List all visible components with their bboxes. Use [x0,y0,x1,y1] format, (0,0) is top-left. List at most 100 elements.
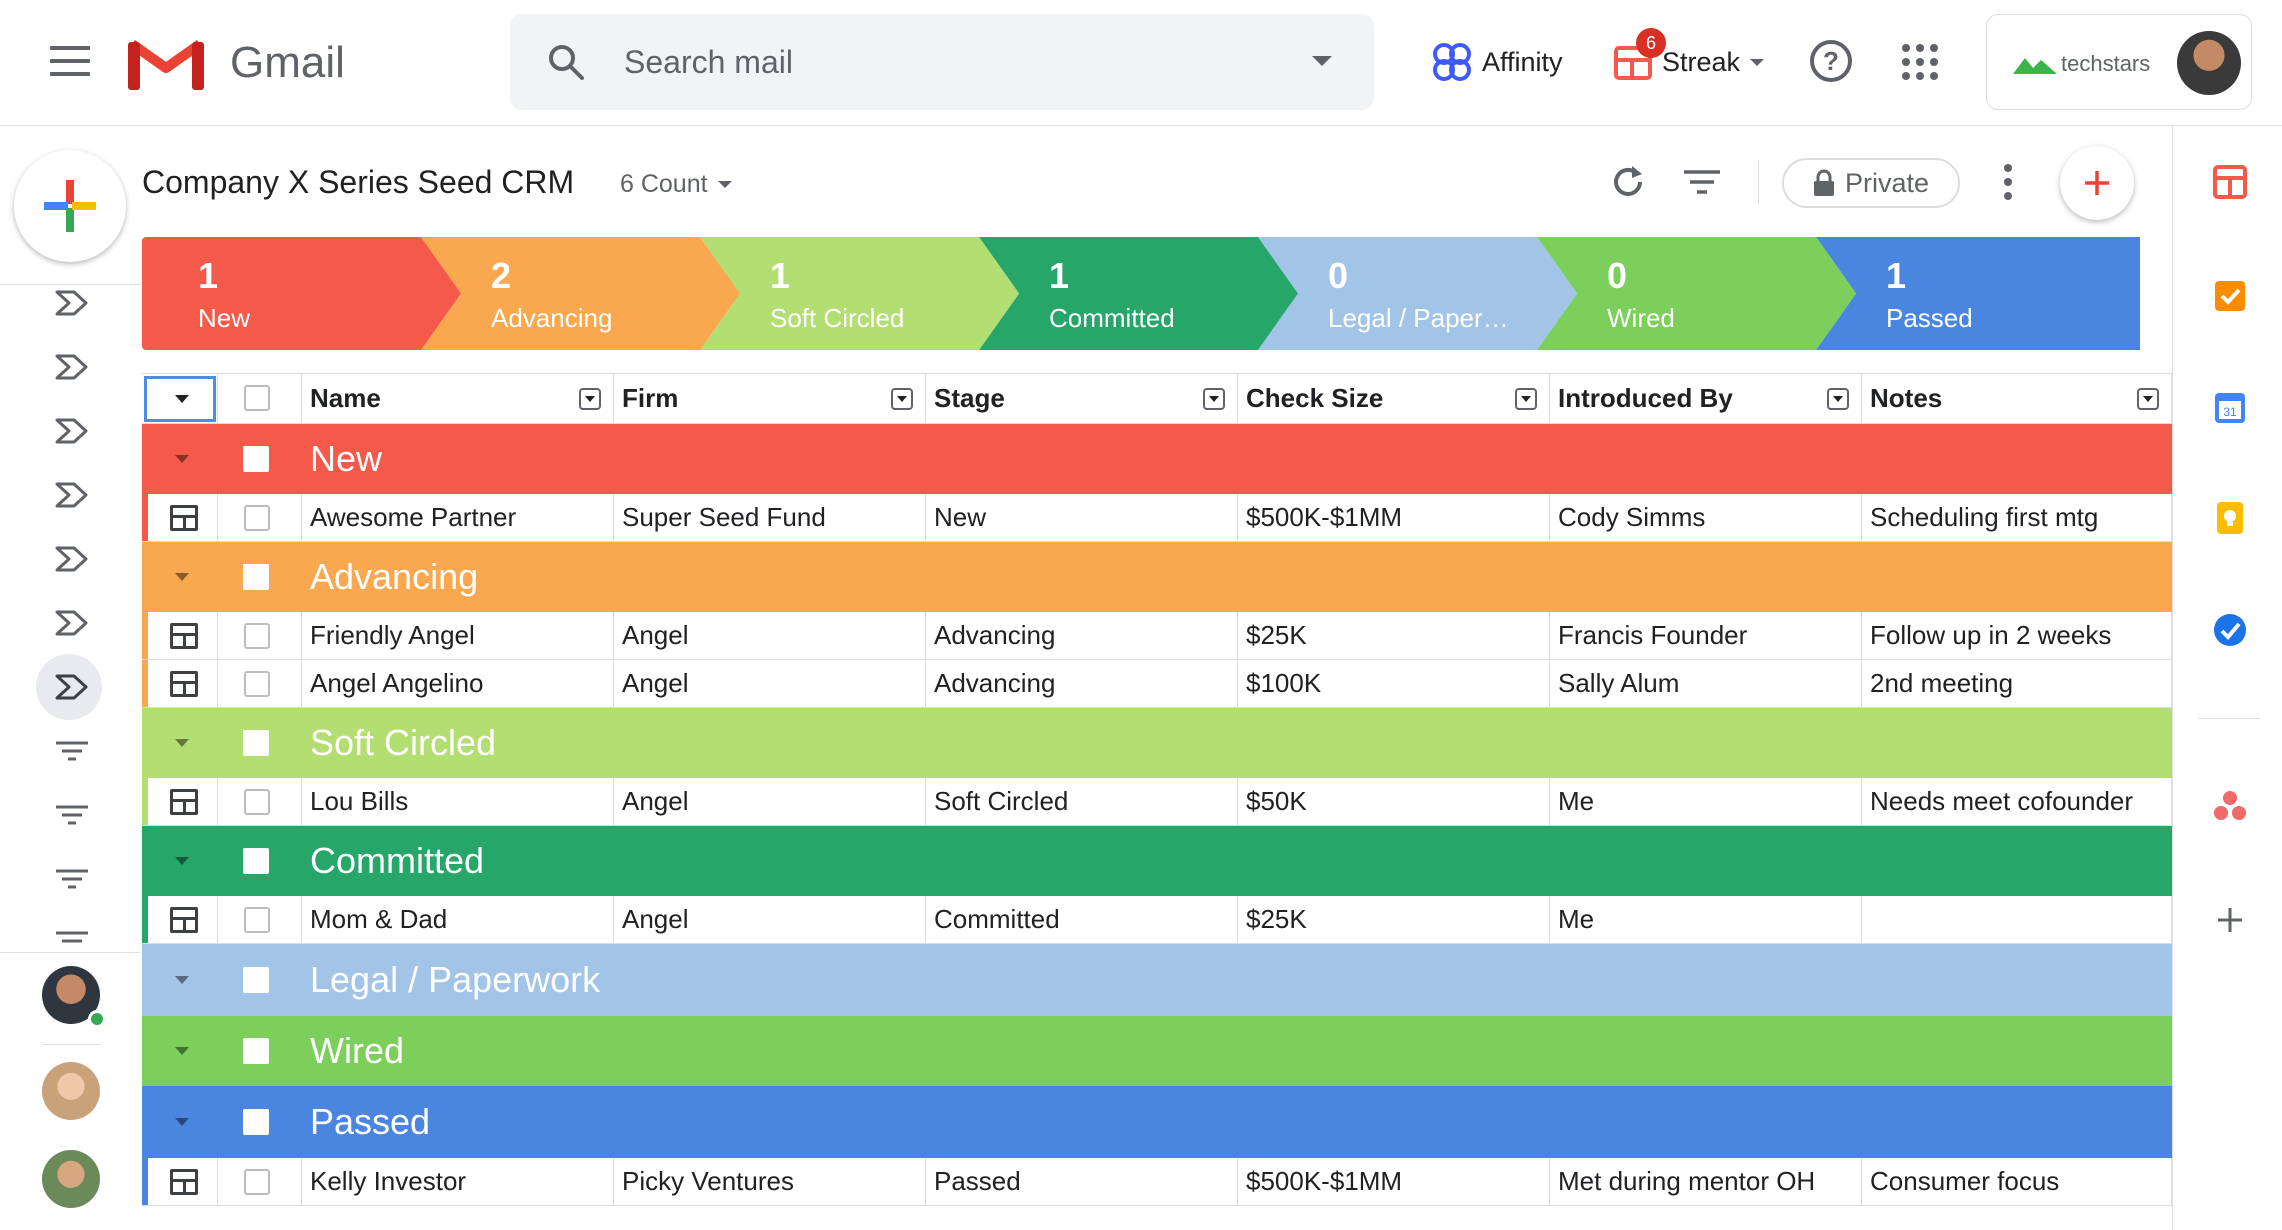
pipeline-stage[interactable]: 1 Passed [1816,237,2140,350]
pipeline-icon[interactable] [54,288,90,318]
group-checkbox[interactable] [243,1038,269,1064]
cell-notes[interactable]: Follow up in 2 weeks [1862,612,2172,659]
cell-stage[interactable]: Advancing [926,612,1238,659]
calendar-icon[interactable]: 31 [2212,390,2248,426]
open-box-icon[interactable] [170,789,198,815]
cell-firm[interactable]: Angel [614,660,926,707]
group-checkbox[interactable] [243,730,269,756]
pipeline-stage[interactable]: 1 Soft Circled [700,237,1019,350]
cell-introduced-by[interactable]: Me [1550,896,1862,943]
search-bar[interactable]: Search mail [510,14,1374,110]
pipeline-stage[interactable]: 0 Legal / Paper… [1258,237,1577,350]
cell-name[interactable]: Lou Bills [302,778,614,825]
refresh-icon[interactable] [1608,162,1648,202]
filter-icon[interactable] [1682,162,1722,202]
cell-firm[interactable]: Angel [614,896,926,943]
column-menu-button[interactable] [144,376,216,422]
cell-stage[interactable]: Advancing [926,660,1238,707]
row-checkbox[interactable] [244,789,270,815]
row-checkbox[interactable] [244,907,270,933]
cell-introduced-by[interactable]: Met during mentor OH [1550,1158,1862,1205]
cell-stage[interactable]: Soft Circled [926,778,1238,825]
cell-notes[interactable] [1862,896,2172,943]
cell-stage[interactable]: Committed [926,896,1238,943]
table-row[interactable]: Angel Angelino Angel Advancing $100K Sally A… [142,660,2172,708]
column-dropdown-icon[interactable] [2137,388,2159,410]
compose-button[interactable] [14,150,126,262]
cell-stage[interactable]: Passed [926,1158,1238,1205]
group-header-row[interactable]: New [142,424,2172,494]
saved-view-icon[interactable] [54,800,90,830]
streak-button[interactable]: 6 Streak [1614,28,1765,86]
table-row[interactable]: Kelly Investor Picky Ventures Passed $500K-… [142,1158,2172,1206]
cell-name[interactable]: Friendly Angel [302,612,614,659]
group-header-row[interactable]: Wired [142,1016,2172,1086]
group-header-row[interactable]: Committed [142,826,2172,896]
cell-notes[interactable]: Scheduling first mtg [1862,494,2172,541]
pipeline-icon[interactable] [54,352,90,382]
table-row[interactable]: Awesome Partner Super Seed Fund New $500K-$… [142,494,2172,542]
saved-view-icon[interactable] [54,736,90,766]
pipeline-icon[interactable] [54,416,90,446]
main-menu-icon[interactable] [50,46,90,76]
cell-check-size[interactable]: $50K [1238,778,1550,825]
todo-icon[interactable] [2212,612,2248,648]
account-button[interactable]: techstars [1986,14,2252,110]
cell-introduced-by[interactable]: Sally Alum [1550,660,1862,707]
search-options-icon[interactable] [1312,56,1332,66]
saved-view-icon[interactable] [54,864,90,894]
column-header-name[interactable]: Name [302,374,614,423]
column-dropdown-icon[interactable] [1515,388,1537,410]
group-header-row[interactable]: Passed [142,1086,2172,1158]
select-all-checkbox[interactable] [244,385,270,411]
gmail-logo-icon[interactable] [128,36,204,90]
search-icon[interactable] [546,42,586,82]
collapse-group-icon[interactable] [175,976,189,984]
cell-stage[interactable]: New [926,494,1238,541]
add-addon-icon[interactable] [2212,902,2248,938]
group-checkbox[interactable] [243,1109,269,1135]
pipeline-icon[interactable] [54,672,90,702]
collapse-group-icon[interactable] [175,857,189,865]
open-box-icon[interactable] [170,671,198,697]
cell-check-size[interactable]: $100K [1238,660,1550,707]
row-checkbox[interactable] [244,623,270,649]
group-header-row[interactable]: Soft Circled [142,708,2172,778]
column-header-check-size[interactable]: Check Size [1238,374,1550,423]
column-header-notes[interactable]: Notes [1862,374,2172,423]
cell-notes[interactable]: 2nd meeting [1862,660,2172,707]
asana-icon[interactable] [2212,788,2248,824]
cell-name[interactable]: Awesome Partner [302,494,614,541]
help-icon[interactable]: ? [1810,40,1852,82]
table-row[interactable]: Mom & Dad Angel Committed $25K Me [142,896,2172,944]
open-box-icon[interactable] [170,623,198,649]
cell-check-size[interactable]: $500K-$1MM [1238,1158,1550,1205]
collapse-group-icon[interactable] [175,1047,189,1055]
cell-name[interactable]: Mom & Dad [302,896,614,943]
group-header-row[interactable]: Legal / Paperwork [142,944,2172,1016]
keep-icon[interactable] [2212,500,2248,536]
row-checkbox[interactable] [244,671,270,697]
cell-check-size[interactable]: $25K [1238,612,1550,659]
collapse-group-icon[interactable] [175,739,189,747]
cell-introduced-by[interactable]: Cody Simms [1550,494,1862,541]
cell-firm[interactable]: Angel [614,778,926,825]
cell-name[interactable]: Kelly Investor [302,1158,614,1205]
pipeline-stage[interactable]: 2 Advancing [421,237,740,350]
streak-dropdown-icon[interactable] [1750,58,1765,66]
pipeline-stage[interactable]: 0 Wired [1537,237,1856,350]
column-header-stage[interactable]: Stage [926,374,1238,423]
open-box-icon[interactable] [170,907,198,933]
cell-introduced-by[interactable]: Me [1550,778,1862,825]
apps-grid-icon[interactable] [1902,44,1938,80]
group-checkbox[interactable] [243,967,269,993]
pipeline-icon[interactable] [54,544,90,574]
cell-notes[interactable]: Needs meet cofounder [1862,778,2172,825]
column-dropdown-icon[interactable] [891,388,913,410]
count-dropdown[interactable]: 6 Count [620,170,732,199]
cell-firm[interactable]: Super Seed Fund [614,494,926,541]
cell-check-size[interactable]: $500K-$1MM [1238,494,1550,541]
cell-firm[interactable]: Picky Ventures [614,1158,926,1205]
collapse-group-icon[interactable] [175,1118,189,1126]
open-box-icon[interactable] [170,1169,198,1195]
